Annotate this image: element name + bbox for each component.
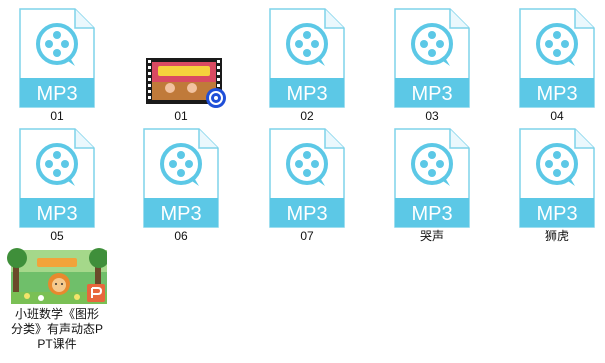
mp3-file-icon: MP3 bbox=[143, 128, 219, 228]
file-item-mp3-02[interactable]: MP3 02 bbox=[252, 8, 362, 124]
svg-text:MP3: MP3 bbox=[536, 83, 577, 105]
svg-text:MP3: MP3 bbox=[36, 203, 77, 225]
mp3-file-icon: MP3 bbox=[519, 128, 595, 228]
file-name: 05 bbox=[50, 229, 64, 243]
file-item-video-01[interactable]: 01 bbox=[126, 8, 236, 124]
svg-text:MP3: MP3 bbox=[36, 83, 77, 105]
file-name: 小班数学《图形分类》有声动态PPT课件 bbox=[10, 307, 103, 351]
mp3-file-icon: MP3 bbox=[269, 8, 345, 108]
file-item-mp3-07[interactable]: MP3 07 bbox=[252, 128, 362, 244]
svg-text:MP3: MP3 bbox=[286, 83, 327, 105]
file-name: 03 bbox=[425, 109, 439, 123]
file-name: 狮虎 bbox=[544, 229, 569, 243]
file-item-mp3-crying[interactable]: MP3 哭声 bbox=[377, 128, 487, 244]
mp3-file-icon: MP3 bbox=[19, 8, 95, 108]
mp3-file-icon: MP3 bbox=[19, 128, 95, 228]
file-name: 07 bbox=[300, 229, 314, 243]
file-grid: MP3 01 01 MP3 02 MP3 03 MP3 04 MP3 05 MP… bbox=[0, 0, 605, 363]
file-name: 04 bbox=[550, 109, 564, 123]
file-name: 01 bbox=[50, 109, 64, 123]
file-item-mp3-01[interactable]: MP3 01 bbox=[2, 8, 112, 124]
file-item-mp3-lion-tiger[interactable]: MP3 狮虎 bbox=[502, 128, 605, 244]
mp3-file-icon: MP3 bbox=[394, 128, 470, 228]
video-thumbnail bbox=[136, 8, 226, 108]
file-item-ppt[interactable]: 小班数学《图形分类》有声动态PPT课件 bbox=[2, 248, 112, 352]
presentation-thumbnail bbox=[7, 248, 107, 306]
file-item-mp3-06[interactable]: MP3 06 bbox=[126, 128, 236, 244]
file-name: 01 bbox=[174, 109, 188, 123]
file-name: 02 bbox=[300, 109, 314, 123]
mp3-file-icon: MP3 bbox=[394, 8, 470, 108]
svg-text:MP3: MP3 bbox=[411, 83, 452, 105]
mp3-file-icon: MP3 bbox=[269, 128, 345, 228]
file-name: 哭声 bbox=[419, 229, 444, 243]
file-name: 06 bbox=[174, 229, 188, 243]
svg-text:MP3: MP3 bbox=[411, 203, 452, 225]
file-item-mp3-05[interactable]: MP3 05 bbox=[2, 128, 112, 244]
mp3-file-icon: MP3 bbox=[519, 8, 595, 108]
svg-text:MP3: MP3 bbox=[286, 203, 327, 225]
svg-text:MP3: MP3 bbox=[536, 203, 577, 225]
svg-text:MP3: MP3 bbox=[160, 203, 201, 225]
file-item-mp3-03[interactable]: MP3 03 bbox=[377, 8, 487, 124]
file-item-mp3-04[interactable]: MP3 04 bbox=[502, 8, 605, 124]
